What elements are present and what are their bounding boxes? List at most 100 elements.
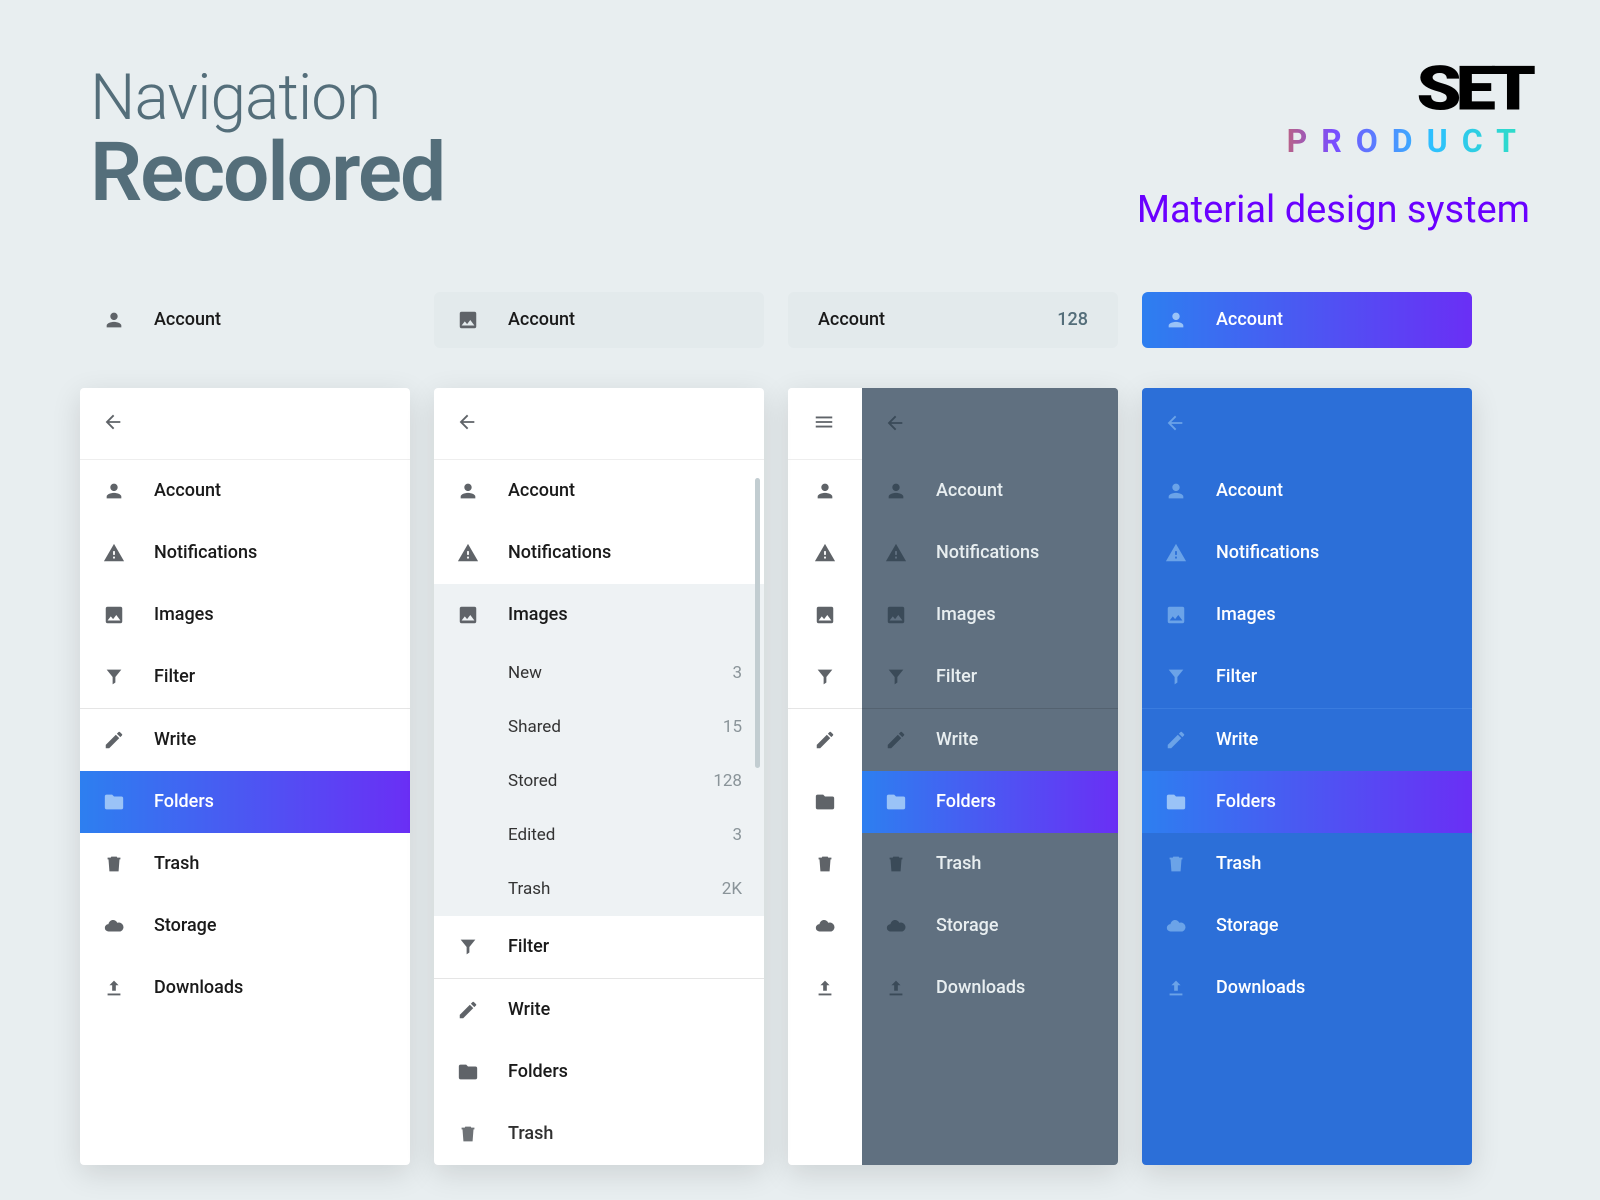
nav-label: Filter (508, 936, 742, 957)
nav-label: Images (508, 604, 742, 625)
image-icon (1164, 603, 1188, 627)
nav-item-trash[interactable]: Trash (80, 833, 410, 895)
download-icon (102, 976, 126, 1000)
nav-item-account[interactable]: Account (80, 460, 410, 522)
nav-item-downloads[interactable]: Downloads (862, 957, 1118, 1019)
nav-label: Downloads (936, 977, 1096, 998)
rail-item-write[interactable] (788, 709, 862, 771)
pill-account-plain[interactable]: Account (80, 292, 410, 348)
brand-subtitle: Material design system (1137, 188, 1530, 232)
nav-item-storage[interactable]: Storage (1142, 895, 1472, 957)
nav-item-images[interactable]: Images (862, 584, 1118, 646)
nav-item-downloads[interactable]: Downloads (80, 957, 410, 1019)
nav-item-filter[interactable]: Filter (80, 646, 410, 708)
nav-item-write[interactable]: Write (862, 709, 1118, 771)
sub-count: 3 (732, 663, 742, 683)
nav-item-images[interactable]: Images (1142, 584, 1472, 646)
back-icon[interactable] (102, 411, 126, 435)
sub-label: New (508, 663, 732, 683)
nav-item-filter[interactable]: Filter (1142, 646, 1472, 708)
drawer-expanded: Account Notifications Images New3 Shared… (434, 388, 764, 1165)
nav-item-notifications[interactable]: Notifications (434, 522, 764, 584)
pill-account-count[interactable]: Account 128 (788, 292, 1118, 348)
folder-icon (1164, 790, 1188, 814)
scrollbar[interactable] (755, 478, 760, 768)
pill-account-gradient[interactable]: Account (1142, 292, 1472, 348)
nav-item-images[interactable]: Images (80, 584, 410, 646)
nav-label: Storage (1216, 915, 1450, 936)
sub-item-shared[interactable]: Shared15 (434, 700, 764, 754)
person-icon (1164, 308, 1188, 332)
back-icon[interactable] (884, 412, 908, 436)
nav-item-account[interactable]: Account (1142, 460, 1472, 522)
nav-item-notifications[interactable]: Notifications (80, 522, 410, 584)
nav-label: Write (154, 729, 388, 750)
folder-icon (456, 1060, 480, 1084)
nav-label: Trash (1216, 853, 1450, 874)
nav-label: Storage (154, 915, 388, 936)
funnel-icon (1164, 665, 1188, 689)
drawer-rail-dark: Account Notifications Images Filter Writ… (788, 388, 1118, 1165)
rail-item-filter[interactable] (788, 646, 862, 708)
sub-label: Trash (508, 879, 722, 899)
nav-label: Folders (508, 1061, 742, 1082)
image-icon (102, 603, 126, 627)
nav-item-downloads[interactable]: Downloads (1142, 957, 1472, 1019)
nav-item-notifications[interactable]: Notifications (862, 522, 1118, 584)
nav-item-filter[interactable]: Filter (862, 646, 1118, 708)
nav-label: Trash (936, 853, 1096, 874)
nav-label: Account (1216, 480, 1450, 501)
nav-item-trash[interactable]: Trash (862, 833, 1118, 895)
nav-label: Downloads (1216, 977, 1450, 998)
nav-item-storage[interactable]: Storage (80, 895, 410, 957)
nav-item-write[interactable]: Write (80, 709, 410, 771)
sub-count: 2K (722, 879, 742, 899)
nav-item-notifications[interactable]: Notifications (1142, 522, 1472, 584)
folder-icon (102, 790, 126, 814)
nav-item-write[interactable]: Write (1142, 709, 1472, 771)
nav-item-folders[interactable]: Folders (862, 771, 1118, 833)
sub-item-trash[interactable]: Trash2K (434, 862, 764, 916)
sub-label: Stored (508, 771, 713, 791)
rail-item-folders[interactable] (788, 771, 862, 833)
rail-item-notifications[interactable] (788, 522, 862, 584)
back-icon[interactable] (1164, 412, 1188, 436)
nav-item-account[interactable]: Account (434, 460, 764, 522)
icon-rail (788, 388, 862, 1165)
rail-item-trash[interactable] (788, 833, 862, 895)
warning-icon (102, 541, 126, 565)
sub-item-edited[interactable]: Edited3 (434, 808, 764, 862)
sub-item-stored[interactable]: Stored128 (434, 754, 764, 808)
nav-label: Notifications (508, 542, 742, 563)
pill-label: Account (1216, 309, 1450, 330)
nav-item-images[interactable]: Images (434, 584, 764, 646)
nav-item-storage[interactable]: Storage (862, 895, 1118, 957)
nav-item-trash[interactable]: Trash (434, 1103, 764, 1165)
nav-label: Write (508, 999, 742, 1020)
pill-label: Account (154, 309, 388, 330)
pencil-icon (884, 728, 908, 752)
menu-icon[interactable] (813, 411, 837, 435)
nav-item-folders[interactable]: Folders (434, 1041, 764, 1103)
back-icon[interactable] (456, 411, 480, 435)
pill-account-gray[interactable]: Account (434, 292, 764, 348)
nav-label: Folders (154, 791, 388, 812)
rail-item-downloads[interactable] (788, 957, 862, 1019)
drawer-blue: Account Notifications Images Filter Writ… (1142, 388, 1472, 1165)
nav-label: Filter (936, 666, 1096, 687)
drawer-topbar (862, 388, 1118, 460)
nav-item-folders[interactable]: Folders (80, 771, 410, 833)
folder-icon (884, 790, 908, 814)
drawer-dark: Account Notifications Images Filter Writ… (862, 388, 1118, 1165)
funnel-icon (102, 665, 126, 689)
nav-item-account[interactable]: Account (862, 460, 1118, 522)
nav-item-write[interactable]: Write (434, 979, 764, 1041)
nav-item-folders[interactable]: Folders (1142, 771, 1472, 833)
nav-item-filter[interactable]: Filter (434, 916, 764, 978)
rail-item-storage[interactable] (788, 895, 862, 957)
person-icon (1164, 479, 1188, 503)
nav-item-trash[interactable]: Trash (1142, 833, 1472, 895)
rail-item-account[interactable] (788, 460, 862, 522)
sub-item-new[interactable]: New3 (434, 646, 764, 700)
rail-item-images[interactable] (788, 584, 862, 646)
